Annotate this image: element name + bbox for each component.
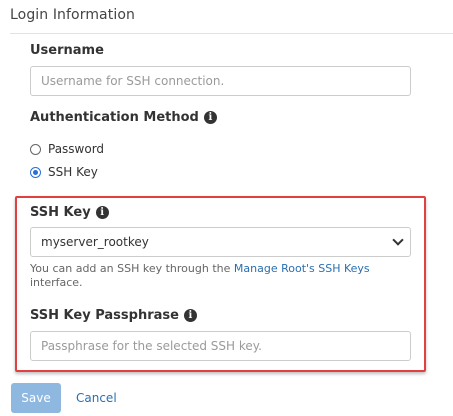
radio-ssh-key[interactable]: [30, 166, 41, 178]
ssh-key-label: SSH Key i: [30, 205, 109, 220]
auth-option-ssh-key-label: SSH Key: [48, 165, 98, 179]
passphrase-label-text: SSH Key Passphrase: [30, 308, 179, 323]
username-label: Username: [30, 43, 104, 58]
info-circle-icon[interactable]: i: [203, 111, 217, 124]
save-button[interactable]: Save: [11, 383, 61, 413]
passphrase-input[interactable]: [30, 331, 411, 361]
ssh-key-help-text: You can add an SSH key through the Manag…: [30, 262, 410, 290]
auth-method-label: Authentication Method i: [30, 110, 217, 125]
auth-option-ssh-key[interactable]: SSH Key: [30, 165, 98, 179]
section-divider: [10, 33, 453, 34]
ssh-key-selected-value: myserver_rootkey: [41, 235, 149, 249]
passphrase-label: SSH Key Passphrase i: [30, 308, 197, 323]
manage-ssh-keys-link[interactable]: Manage Root's SSH Keys: [234, 262, 370, 275]
cancel-link[interactable]: Cancel: [76, 391, 117, 405]
username-label-text: Username: [30, 43, 104, 58]
info-circle-icon[interactable]: i: [183, 309, 197, 322]
ssh-key-help-prefix: You can add an SSH key through the: [30, 262, 234, 275]
username-input[interactable]: [30, 66, 411, 96]
section-title: Login Information: [10, 7, 135, 23]
ssh-key-label-text: SSH Key: [30, 205, 91, 220]
radio-password[interactable]: [30, 143, 41, 155]
info-circle-icon[interactable]: i: [95, 206, 109, 219]
auth-option-password-label: Password: [48, 142, 105, 156]
chevron-down-icon: [392, 234, 404, 246]
auth-method-label-text: Authentication Method: [30, 110, 199, 125]
ssh-key-select[interactable]: myserver_rootkey: [30, 227, 411, 257]
auth-option-password[interactable]: Password: [30, 142, 104, 156]
ssh-key-help-suffix: interface.: [30, 276, 83, 289]
